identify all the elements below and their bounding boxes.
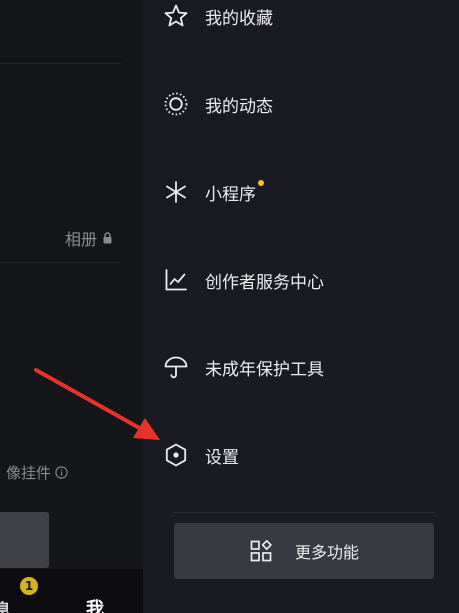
mini-program-icon <box>166 181 186 203</box>
menu-item-settings[interactable]: 设置 <box>163 440 239 470</box>
tab-messages[interactable]: 息 <box>0 596 11 613</box>
menu-item-label: 设置 <box>205 447 239 468</box>
activity-ring-icon <box>164 92 188 116</box>
grid-apps-icon <box>250 539 272 562</box>
more-features-label: 更多功能 <box>294 543 359 562</box>
divider <box>0 63 121 64</box>
tab-me[interactable]: 我 <box>86 595 104 613</box>
menu-item-label: 小程序 <box>205 184 256 205</box>
album-entry[interactable]: 相册 <box>65 226 113 250</box>
profile-page-background: 相册 像挂件 息 1 我 <box>0 0 143 613</box>
messages-badge: 1 <box>20 577 38 595</box>
info-icon[interactable] <box>55 466 68 479</box>
side-drawer-menu: 我的收藏 我的动态 小程序 创作者服务中心 未成年保护工具 设置 更多功能 <box>143 0 459 613</box>
menu-item-favorites[interactable]: 我的收藏 <box>163 1 273 31</box>
widget-label: 像挂件 <box>5 464 51 482</box>
divider <box>173 512 435 513</box>
chart-line-icon <box>165 269 187 291</box>
album-label: 相册 <box>64 230 97 249</box>
umbrella-icon <box>164 356 188 379</box>
bottom-tab-bar: 息 1 我 <box>0 569 143 613</box>
new-dot-indicator <box>258 180 264 186</box>
more-features-button[interactable]: 更多功能 <box>174 523 434 579</box>
profile-action-button[interactable] <box>0 512 49 568</box>
menu-item-activity[interactable]: 我的动态 <box>163 89 273 119</box>
menu-item-mini-program[interactable]: 小程序 <box>163 177 264 207</box>
menu-item-label: 我的收藏 <box>205 8 273 29</box>
menu-item-label: 创作者服务中心 <box>205 272 324 293</box>
menu-item-label: 未成年保护工具 <box>205 359 324 380</box>
hexagon-settings-icon <box>165 443 187 467</box>
menu-item-label: 我的动态 <box>205 96 273 117</box>
widget-row[interactable]: 像挂件 <box>6 462 68 483</box>
divider <box>0 262 121 263</box>
menu-item-minor-protection[interactable]: 未成年保护工具 <box>163 352 324 382</box>
star-icon <box>164 4 188 27</box>
menu-item-creator-center[interactable]: 创作者服务中心 <box>163 265 324 295</box>
lock-icon <box>103 232 112 244</box>
